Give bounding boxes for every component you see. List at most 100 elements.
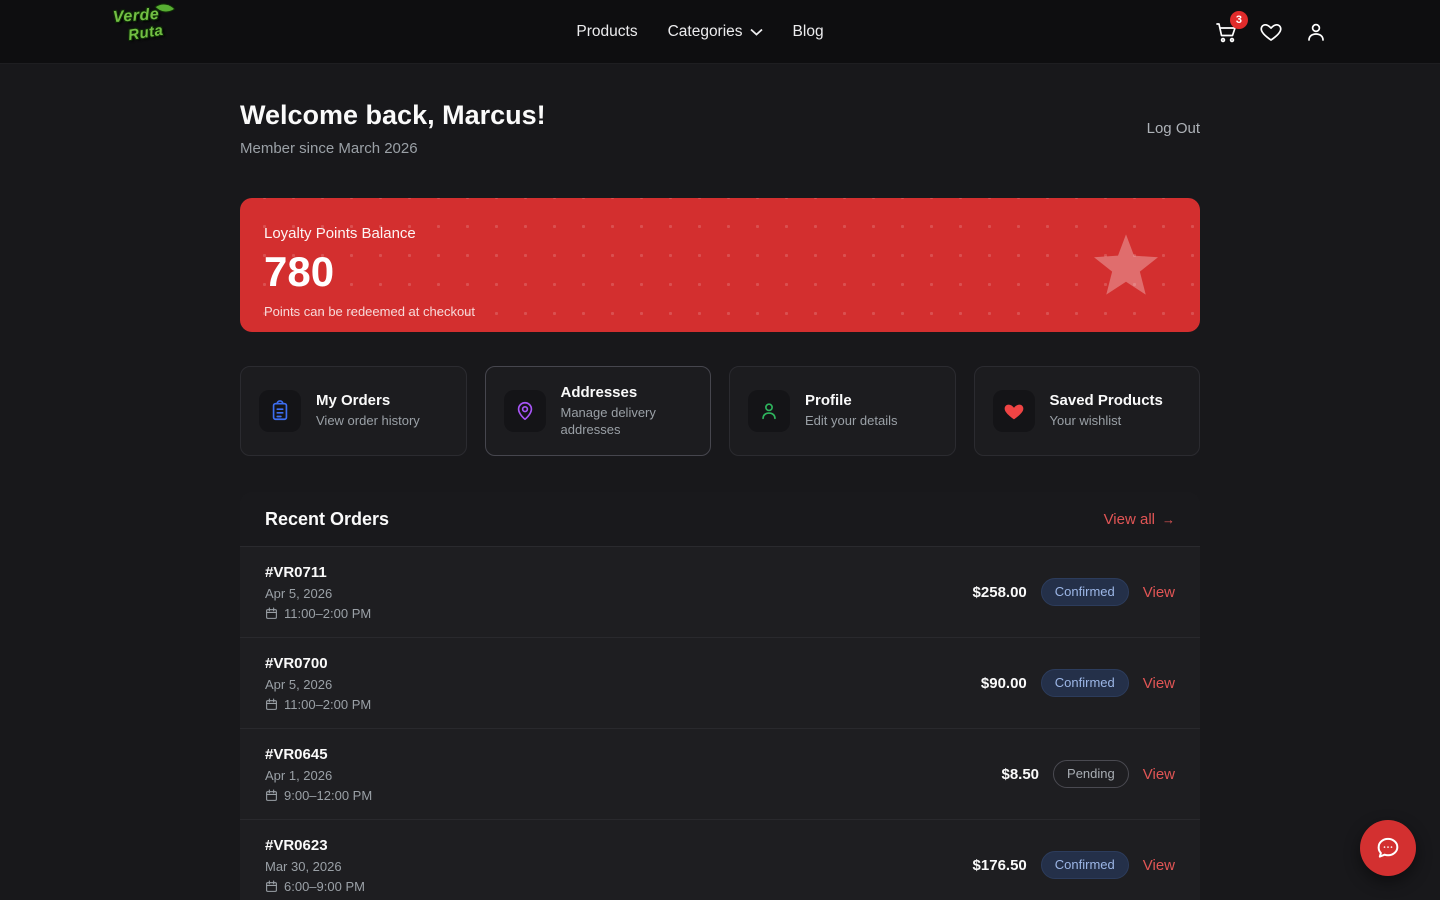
order-row: #VR0645 Apr 1, 2026 9:00–12:00 PM $8.50 … (240, 729, 1200, 820)
order-id: #VR0645 (265, 746, 372, 763)
user-outline-icon (1304, 20, 1328, 44)
quick-card-text: Profile Edit your details (805, 392, 898, 429)
quick-card-saved-products[interactable]: Saved Products Your wishlist (974, 366, 1201, 456)
nav-item-blog-label: Blog (793, 23, 824, 41)
order-row-right: $176.50 Confirmed View (973, 851, 1175, 879)
chat-bubble-icon (1374, 834, 1402, 862)
page-title: Welcome back, Marcus! (240, 100, 546, 131)
heart-outline-icon (1259, 20, 1283, 44)
nav-icons: 3 (1214, 20, 1328, 44)
recent-orders-section: Recent Orders View all → #VR0711 Apr 5, … (240, 492, 1200, 900)
status-badge: Confirmed (1041, 669, 1129, 697)
order-id: #VR0700 (265, 655, 371, 672)
nav-item-products[interactable]: Products (576, 23, 637, 41)
nav-item-categories[interactable]: Categories (668, 23, 763, 41)
loyalty-points-card: Loyalty Points Balance 780 Points can be… (240, 198, 1200, 332)
heart-icon (1003, 400, 1025, 422)
quick-card-subtitle: Edit your details (805, 413, 898, 429)
calendar-icon (265, 698, 278, 711)
status-badge: Confirmed (1041, 851, 1129, 879)
order-info: #VR0623 Mar 30, 2026 6:00–9:00 PM (265, 837, 365, 894)
clipboard-icon (269, 400, 291, 422)
quick-card-subtitle: Your wishlist (1050, 413, 1163, 429)
quick-links-grid: My Orders View order history Addresses M… (240, 366, 1200, 456)
quick-card-text: Saved Products Your wishlist (1050, 392, 1163, 429)
view-all-link[interactable]: View all → (1104, 511, 1175, 528)
quick-card-title: My Orders (316, 392, 420, 409)
status-badge: Pending (1053, 760, 1129, 788)
order-total: $258.00 (973, 584, 1027, 601)
welcome-header: Welcome back, Marcus! Member since March… (240, 100, 1200, 157)
order-time: 6:00–9:00 PM (265, 879, 365, 894)
order-row-right: $8.50 Pending View (1001, 760, 1175, 788)
loyalty-label: Loyalty Points Balance (264, 225, 1176, 242)
user-icon (758, 400, 780, 422)
map-pin-icon (514, 400, 536, 422)
recent-orders-title: Recent Orders (265, 509, 389, 530)
calendar-icon (265, 607, 278, 620)
order-total: $90.00 (981, 675, 1027, 692)
quick-card-profile[interactable]: Profile Edit your details (729, 366, 956, 456)
order-info: #VR0645 Apr 1, 2026 9:00–12:00 PM (265, 746, 372, 803)
view-order-link[interactable]: View (1143, 766, 1175, 783)
view-order-link[interactable]: View (1143, 584, 1175, 601)
account-dashboard: Welcome back, Marcus! Member since March… (240, 64, 1200, 900)
chevron-down-icon (750, 28, 763, 36)
status-badge: Confirmed (1041, 578, 1129, 606)
top-navbar: Verde Ruta Products Categories Blog 3 (0, 0, 1440, 64)
quick-card-text: My Orders View order history (316, 392, 420, 429)
nav-item-products-label: Products (576, 23, 637, 41)
account-button[interactable] (1304, 20, 1328, 44)
order-time-label: 9:00–12:00 PM (284, 788, 372, 803)
star-icon (1094, 234, 1158, 296)
nav-item-categories-label: Categories (668, 23, 743, 41)
quick-card-my-orders[interactable]: My Orders View order history (240, 366, 467, 456)
order-date: Mar 30, 2026 (265, 859, 365, 874)
calendar-icon (265, 880, 278, 893)
quick-card-title: Profile (805, 392, 898, 409)
order-row-right: $90.00 Confirmed View (981, 669, 1175, 697)
logout-button[interactable]: Log Out (1147, 120, 1200, 137)
cart-count-badge: 3 (1230, 11, 1248, 29)
order-date: Apr 1, 2026 (265, 768, 372, 783)
quick-card-title: Addresses (561, 384, 693, 401)
order-id: #VR0711 (265, 564, 371, 581)
order-time: 11:00–2:00 PM (265, 606, 371, 621)
order-row: #VR0623 Mar 30, 2026 6:00–9:00 PM $176.5… (240, 820, 1200, 900)
loyalty-points-value: 780 (264, 251, 1176, 293)
order-time-label: 6:00–9:00 PM (284, 879, 365, 894)
order-time-label: 11:00–2:00 PM (284, 606, 371, 621)
quick-card-title: Saved Products (1050, 392, 1163, 409)
quick-card-subtitle: Manage delivery addresses (561, 405, 693, 438)
view-order-link[interactable]: View (1143, 857, 1175, 874)
loyalty-note: Points can be redeemed at checkout (264, 304, 1176, 319)
order-total: $176.50 (973, 857, 1027, 874)
calendar-icon (265, 789, 278, 802)
member-since-text: Member since March 2026 (240, 140, 546, 157)
welcome-text-block: Welcome back, Marcus! Member since March… (240, 100, 546, 157)
recent-orders-header: Recent Orders View all → (240, 492, 1200, 547)
cart-button[interactable]: 3 (1214, 20, 1238, 44)
order-info: #VR0711 Apr 5, 2026 11:00–2:00 PM (265, 564, 371, 621)
order-row: #VR0700 Apr 5, 2026 11:00–2:00 PM $90.00… (240, 638, 1200, 729)
quick-card-icon-box (993, 390, 1035, 432)
quick-card-addresses[interactable]: Addresses Manage delivery addresses (485, 366, 712, 456)
nav-links: Products Categories Blog (566, 23, 823, 41)
quick-card-icon-box (259, 390, 301, 432)
order-date: Apr 5, 2026 (265, 586, 371, 601)
view-all-label: View all (1104, 511, 1155, 528)
wishlist-button[interactable] (1259, 20, 1283, 44)
quick-card-subtitle: View order history (316, 413, 420, 429)
order-row: #VR0711 Apr 5, 2026 11:00–2:00 PM $258.0… (240, 547, 1200, 638)
brand-logo[interactable]: Verde Ruta (110, 5, 177, 57)
quick-card-icon-box (748, 390, 790, 432)
chat-support-button[interactable] (1360, 820, 1416, 876)
order-row-right: $258.00 Confirmed View (973, 578, 1175, 606)
view-order-link[interactable]: View (1143, 675, 1175, 692)
quick-card-text: Addresses Manage delivery addresses (561, 384, 693, 438)
order-info: #VR0700 Apr 5, 2026 11:00–2:00 PM (265, 655, 371, 712)
order-id: #VR0623 (265, 837, 365, 854)
nav-item-blog[interactable]: Blog (793, 23, 824, 41)
order-time: 11:00–2:00 PM (265, 697, 371, 712)
order-total: $8.50 (1001, 766, 1039, 783)
